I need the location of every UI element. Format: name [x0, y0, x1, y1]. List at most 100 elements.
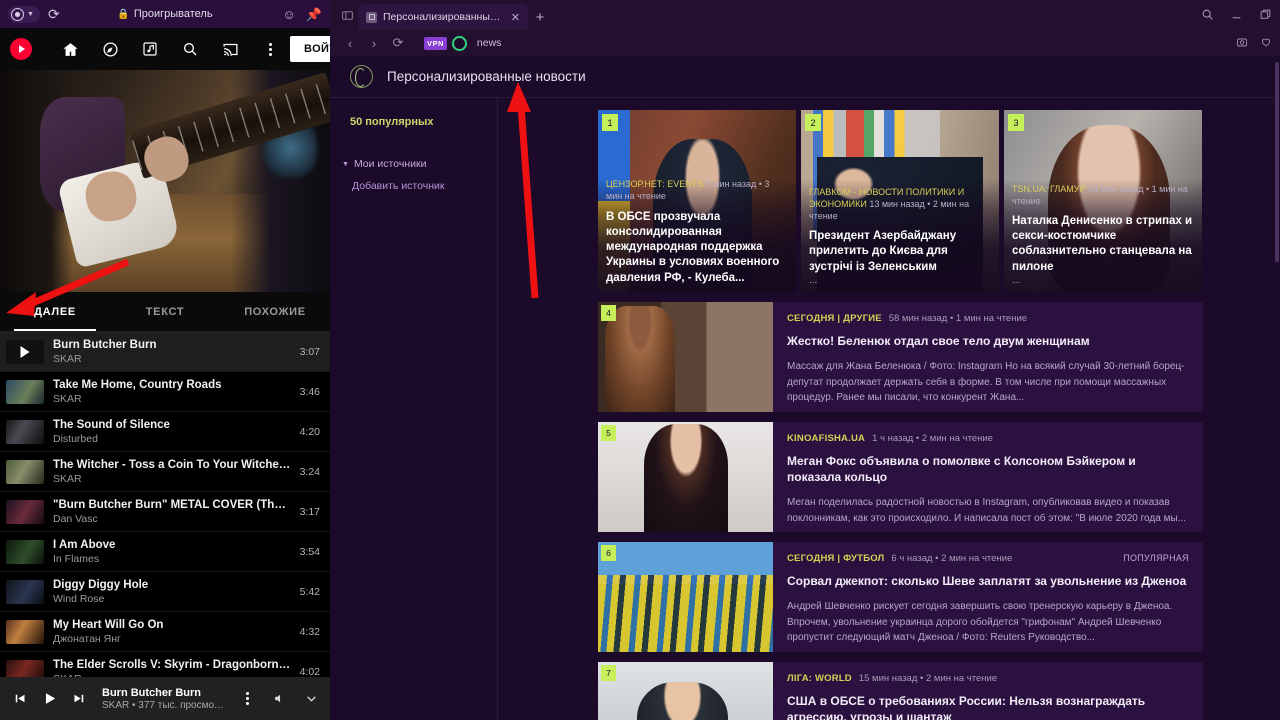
sidebar-item-popular[interactable]: 50 популярных — [330, 116, 497, 128]
news-card-text: ГЛАВКОМ - НОВОСТИ ПОЛИТИКИ И ЭКОНОМИКИ 1… — [809, 186, 991, 286]
sidebar-item-add-source[interactable]: Добавить источник — [330, 180, 497, 192]
news-item-image: 5 — [598, 422, 773, 532]
track-row[interactable]: The Witcher - Toss a Coin To Your Witche… — [0, 452, 330, 492]
scrollbar-thumb[interactable] — [1275, 62, 1279, 262]
sign-in-button[interactable]: ВОЙТИ — [290, 36, 330, 62]
track-row[interactable]: My Heart Will Go On Джонатан Янг 4:32 — [0, 612, 330, 652]
track-meta: The Sound of Silence Disturbed — [53, 419, 291, 445]
news-item-body: СЕГОДНЯ | ФУТБОЛ 6 ч назад • 2 мин на чт… — [773, 542, 1203, 652]
track-title: Burn Butcher Burn — [53, 338, 157, 351]
track-thumbnail — [6, 539, 44, 564]
track-row[interactable]: "Burn Butcher Burn" METAL COVER (The Wit… — [0, 492, 330, 532]
minimize-icon[interactable] — [1230, 8, 1243, 23]
forward-arrow-icon[interactable]: › — [362, 31, 386, 55]
track-duration: 4:20 — [299, 425, 320, 438]
video-viewport[interactable] — [0, 70, 330, 292]
track-duration: 3:07 — [299, 345, 320, 358]
youtube-music-logo[interactable] — [10, 38, 32, 60]
news-item-header: СЕГОДНЯ | ДРУГИЕ 58 мин назад • 1 мин на… — [787, 313, 1189, 324]
emoji-icon[interactable]: ☺ — [283, 8, 296, 21]
close-icon[interactable]: ✕ — [511, 11, 520, 24]
player-right-controls — [236, 692, 322, 705]
chevron-down-icon[interactable]: ▼ — [27, 11, 34, 18]
news-list-item[interactable]: 7 ЛІГА: WORLD 15 мин назад • 2 мин на чт… — [598, 662, 1203, 720]
sidebar-item-my-sources[interactable]: ▼ Мои источники — [330, 158, 497, 170]
snapshot-icon[interactable] — [1236, 36, 1248, 50]
news-item-body: СЕГОДНЯ | ДРУГИЕ 58 мин назад • 1 мин на… — [773, 302, 1203, 412]
up-next-playlist[interactable]: Burn Butcher Burn SKAR 3:07 Take Me Home… — [0, 332, 330, 711]
track-thumbnail — [6, 579, 44, 604]
caret-down-icon[interactable]: ▼ — [342, 161, 349, 168]
news-item-rank: 7 — [601, 665, 616, 681]
vpn-badge[interactable]: VPN — [424, 36, 447, 50]
browser-tab[interactable]: Персонализированные н... ✕ — [358, 4, 528, 30]
track-thumbnail — [6, 339, 44, 364]
news-item-header: ЛІГА: WORLD 15 мин назад • 2 мин на чтен… — [787, 673, 1189, 684]
news-card-rank: 1 — [602, 114, 618, 131]
plus-icon[interactable]: + — [528, 4, 552, 30]
volume-icon[interactable] — [268, 692, 290, 705]
browser-toolbar: ‹ › ⟳ VPN news — [330, 30, 1280, 56]
track-thumbnail — [6, 419, 44, 444]
news-card[interactable]: 1 ЦЕНЗОР.НЕТ: EVENTS 9 мин назад • 3 мин… — [598, 110, 796, 292]
home-icon[interactable] — [50, 30, 90, 68]
track-thumbnail — [6, 619, 44, 644]
back-arrow-icon[interactable]: ‹ — [338, 31, 362, 55]
kebab-menu-icon[interactable] — [236, 692, 258, 705]
tab-next[interactable]: ДАЛЕЕ — [0, 292, 110, 331]
play-icon — [20, 345, 30, 358]
player-menu-pill[interactable]: ▼ — [8, 5, 40, 23]
track-row[interactable]: Burn Butcher Burn SKAR 3:07 — [0, 332, 330, 372]
play-icon[interactable] — [38, 690, 60, 707]
news-card[interactable]: 3 TSN.UA: ГЛАМУР 34 мин назад • 1 мин на… — [1004, 110, 1202, 292]
news-list-item[interactable]: 5 KINOAFISHA.UA 1 ч назад • 2 мин на чте… — [598, 422, 1203, 532]
address-bar-url[interactable]: news — [477, 37, 502, 49]
news-list-item[interactable]: 4 СЕГОДНЯ | ДРУГИЕ 58 мин назад • 1 мин … — [598, 302, 1203, 412]
page-scrollbar[interactable] — [1274, 56, 1280, 720]
tab-lyrics[interactable]: ТЕКСТ — [110, 292, 220, 331]
cast-icon[interactable] — [210, 30, 250, 68]
track-row[interactable]: Take Me Home, Country Roads SKAR 3:46 — [0, 372, 330, 412]
reload-icon[interactable]: ⟳ — [48, 7, 60, 21]
track-row[interactable]: The Sound of Silence Disturbed 4:20 — [0, 412, 330, 452]
search-icon[interactable] — [170, 30, 210, 68]
track-duration: 3:17 — [299, 505, 320, 518]
now-playing-subtitle: SKAR • 377 тыс. просмотров • От... — [102, 699, 228, 711]
window-controls — [1201, 0, 1272, 30]
news-card-ellipsis: ... — [1012, 275, 1021, 286]
track-title: Diggy Diggy Hole — [53, 578, 149, 591]
previous-track-icon[interactable] — [8, 691, 30, 706]
next-track-icon[interactable] — [68, 691, 90, 706]
restore-icon[interactable] — [1259, 8, 1272, 23]
news-list-item[interactable]: 6 СЕГОДНЯ | ФУТБОЛ 6 ч назад • 2 мин на … — [598, 542, 1203, 652]
explore-icon[interactable] — [90, 30, 130, 68]
reload-icon[interactable]: ⟳ — [386, 31, 410, 55]
opera-logo-icon[interactable] — [451, 35, 467, 51]
heart-icon[interactable] — [1260, 36, 1272, 50]
news-card[interactable]: 2 ГЛАВКОМ - НОВОСТИ ПОЛИТИКИ И ЭКОНОМИКИ… — [801, 110, 999, 292]
sidebar-toggle-icon[interactable] — [336, 0, 358, 30]
news-item-title: Жестко! Беленюк отдал свое тело двум жен… — [787, 334, 1090, 348]
news-cards-container: 1 ЦЕНЗОР.НЕТ: EVENTS 9 мин назад • 3 мин… — [598, 110, 1203, 720]
titlebar-right-icons: ☺ 📌 — [283, 8, 322, 21]
track-row[interactable]: Diggy Diggy Hole Wind Rose 5:42 — [0, 572, 330, 612]
tab-related[interactable]: ПОХОЖИЕ — [220, 292, 330, 331]
pin-icon[interactable]: 📌 — [306, 8, 322, 21]
player-titlebar: ▼ ⟳ 🔒 Проигрыватель ☺ 📌 — [0, 0, 330, 28]
kebab-menu-icon[interactable] — [250, 30, 290, 68]
news-item-time: 15 мин назад • 2 мин на чтение — [858, 673, 998, 684]
news-card-source: TSN.UA: ГЛАМУР 34 мин назад • 1 мин на ч… — [1012, 183, 1188, 206]
opera-browser-window: Персонализированные н... ✕ + ‹ › ⟳ VPN n… — [330, 0, 1280, 720]
news-item-snippet: Меган поделилась радостной новостью в In… — [787, 497, 1186, 524]
news-item-title: США в ОБСЕ о требованиях России: Нельзя … — [787, 694, 1146, 720]
track-artist: SKAR — [53, 472, 82, 485]
track-duration: 3:46 — [299, 385, 320, 398]
search-icon[interactable] — [1201, 8, 1214, 23]
track-row[interactable]: I Am Above In Flames 3:54 — [0, 532, 330, 572]
track-artist: SKAR — [53, 392, 82, 405]
track-duration: 5:42 — [299, 585, 320, 598]
collapse-chevron-down-icon[interactable] — [300, 692, 322, 705]
library-icon[interactable] — [130, 30, 170, 68]
news-item-source: СЕГОДНЯ | ДРУГИЕ — [787, 313, 882, 324]
featured-cards-row: 1 ЦЕНЗОР.НЕТ: EVENTS 9 мин назад • 3 мин… — [598, 110, 1203, 292]
